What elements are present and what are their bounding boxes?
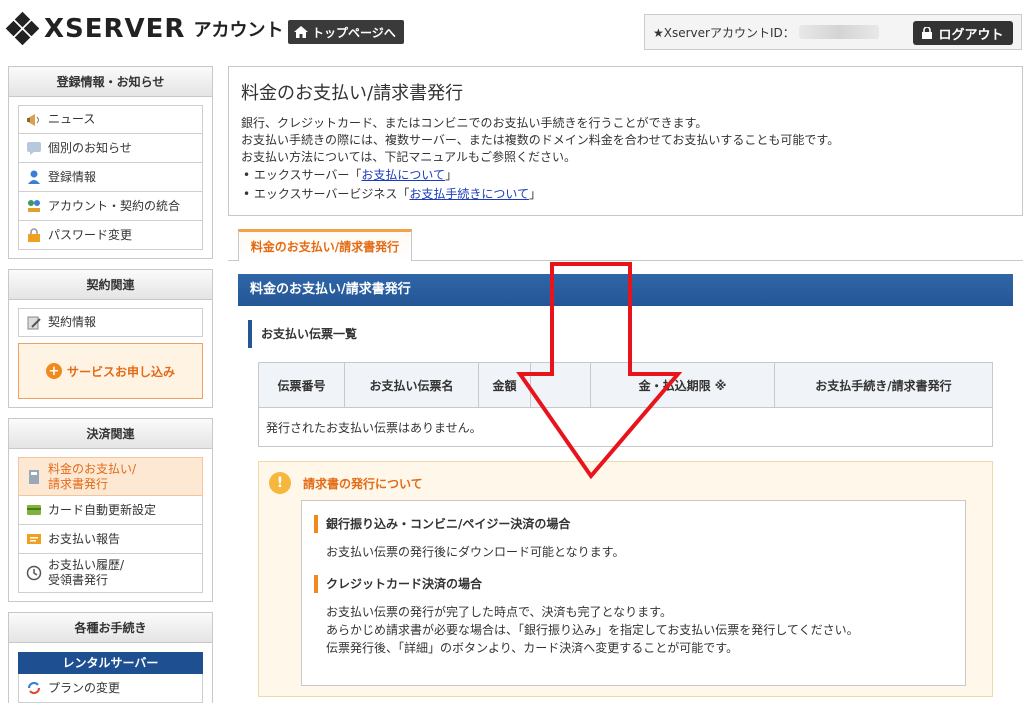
logo-subtitle: アカウント <box>193 20 284 41</box>
logout-button-label: ログアウト <box>938 27 1004 43</box>
notice-header: ! 請求書の発行について <box>269 472 423 494</box>
table-empty-row: 発行されたお支払い伝票はありません。 <box>266 420 482 435</box>
notice-content: 銀行振り込み・コンビニ/ペイジー決済の場合 お支払い伝票の発行後にダウンロード可… <box>301 500 966 686</box>
notice-block-text: お支払い伝票の発行が完了した時点で、決済も完了となります。 <box>326 605 672 619</box>
column-header: 金・払込期限 ※ <box>591 363 775 407</box>
tab-payment-invoice[interactable]: 料金のお支払い/請求書発行 <box>238 229 412 261</box>
notice-block-text: お支払い伝票の発行後にダウンロード可能となります。 <box>326 545 625 559</box>
logo-mark-icon <box>5 11 40 46</box>
sidebar-item-personal-notice[interactable]: 個別のお知らせ <box>18 134 203 163</box>
sidebar-item-card-auto-renew[interactable]: カード自動更新設定 <box>18 496 203 525</box>
contract-icon <box>25 314 43 332</box>
top-page-button-label: トップページへ <box>312 25 396 40</box>
account-id-masked <box>798 25 879 39</box>
message-icon <box>25 139 43 157</box>
payment-slip-table: 伝票番号 お支払い伝票名 金額 金・払込期限 ※ お支払手続き/請求書発行 発行… <box>258 362 993 447</box>
column-header: 金額 <box>479 363 531 407</box>
section-title: お支払い伝票一覧 <box>248 320 357 348</box>
column-header: お支払い伝票名 <box>345 363 479 407</box>
sidebar-section-contract: 契約関連 契約情報 + サービスお申し込み <box>8 269 213 408</box>
logo-text: XSERVER <box>44 14 186 44</box>
manual-links: • エックスサーバー「お支払について」 • エックスサーバービジネス「お支払手続… <box>241 166 1010 204</box>
sidebar-item-news[interactable]: ニュース <box>18 105 203 134</box>
intro-line-2: お支払い手続きの際には、複数サーバー、または複数のドメイン料金を合わせてお支払い… <box>241 133 840 147</box>
notice-title: 請求書の発行について <box>303 476 423 491</box>
account-id-label: ★XserverアカウントID： <box>653 25 795 40</box>
lock-icon <box>25 226 43 244</box>
warning-icon: ! <box>269 472 291 494</box>
content-header-bar: 料金のお支払い/請求書発行 <box>238 274 1013 306</box>
calculator-icon <box>25 468 43 486</box>
account-id-box: ★XserverアカウントID： ログアウト <box>644 14 1022 50</box>
notice-block-title: クレジットカード決済の場合 <box>314 575 953 593</box>
manual-link-item: • エックスサーバービジネス「お支払手続きについて」 <box>243 187 542 201</box>
lock-icon <box>922 27 933 39</box>
column-header: 伝票番号 <box>259 363 345 407</box>
logout-button[interactable]: ログアウト <box>913 21 1013 45</box>
user-icon <box>25 168 43 186</box>
notice-block-title: 銀行振り込み・コンビニ/ペイジー決済の場合 <box>314 515 953 533</box>
sidebar-item-plan-change[interactable]: プランの変更 <box>18 674 203 703</box>
sidebar-section-title: 登録情報・お知らせ <box>9 67 212 97</box>
merge-icon <box>25 197 43 215</box>
sidebar-item-payment-history[interactable]: お支払い履歴/受領書発行 <box>18 554 203 593</box>
sidebar-section-payment: 決済関連 料金のお支払い/請求書発行 カード自動更新設定 お支払い報告 お支払い… <box>8 418 213 602</box>
refresh-icon <box>25 679 43 697</box>
page-title: 料金のお支払い/請求書発行 <box>241 83 464 104</box>
sidebar-item-password-change[interactable]: パスワード変更 <box>18 221 203 250</box>
sidebar-subsection-title: レンタルサーバー <box>18 652 203 674</box>
intro-line-1: 銀行、クレジットカード、またはコンビニでのお支払い手続きを行うことができます。 <box>241 116 708 130</box>
report-icon <box>25 530 43 548</box>
notice-block-text: あらかじめ請求書が必要な場合は、「銀行振り込み」を指定してお支払い伝票を発行して… <box>326 623 859 637</box>
sidebar-item-contract-info[interactable]: 契約情報 <box>18 308 203 337</box>
logo[interactable]: XSERVER アカウント <box>5 11 284 46</box>
intro-panel: 料金のお支払い/請求書発行 銀行、クレジットカード、またはコンビニでのお支払い手… <box>228 66 1023 216</box>
intro-line-3: お支払い方法については、下記マニュアルもご参照ください。 <box>241 150 577 164</box>
column-header: お支払手続き/請求書発行 <box>815 378 952 393</box>
sidebar-item-payment-invoice[interactable]: 料金のお支払い/請求書発行 <box>18 457 203 496</box>
sidebar-section-registration: 登録情報・お知らせ ニュース 個別のお知らせ 登録情報 アカウント・契約の統合 … <box>8 66 213 259</box>
sidebar-section-procedures: 各種お手続き レンタルサーバー プランの変更 <box>8 612 213 703</box>
sidebar-section-title: 各種お手続き <box>9 613 212 643</box>
header: XSERVER アカウント トップページへ ★XserverアカウントID： ロ… <box>0 0 1028 58</box>
table-header-row: 伝票番号 お支払い伝票名 金額 金・払込期限 ※ お支払手続き/請求書発行 <box>259 363 992 408</box>
sidebar-item-account-merge[interactable]: アカウント・契約の統合 <box>18 192 203 221</box>
sidebar-item-payment-report[interactable]: お支払い報告 <box>18 525 203 554</box>
card-icon <box>25 501 43 519</box>
sidebar-section-title: 決済関連 <box>9 419 212 449</box>
sidebar-section-title: 契約関連 <box>9 270 212 300</box>
manual-link-item: • エックスサーバー「お支払について」 <box>243 168 458 182</box>
manual-link-xserver[interactable]: お支払について <box>361 168 445 182</box>
top-page-button[interactable]: トップページへ <box>288 20 404 44</box>
clock-icon <box>25 564 43 582</box>
invoice-notice-panel: ! 請求書の発行について 銀行振り込み・コンビニ/ペイジー決済の場合 お支払い伝… <box>258 461 993 697</box>
sidebar: 登録情報・お知らせ ニュース 個別のお知らせ 登録情報 アカウント・契約の統合 … <box>8 66 213 713</box>
sidebar-item-registration-info[interactable]: 登録情報 <box>18 163 203 192</box>
plus-icon: + <box>45 363 62 379</box>
service-apply-button[interactable]: + サービスお申し込み <box>18 343 203 399</box>
column-header <box>531 363 591 407</box>
notice-block-text: 伝票発行後、「詳細」のボタンより、カード決済へ変更することが可能です。 <box>326 641 739 655</box>
megaphone-icon <box>25 111 43 129</box>
home-icon <box>294 26 308 38</box>
manual-link-xserver-business[interactable]: お支払手続きについて <box>409 187 529 201</box>
